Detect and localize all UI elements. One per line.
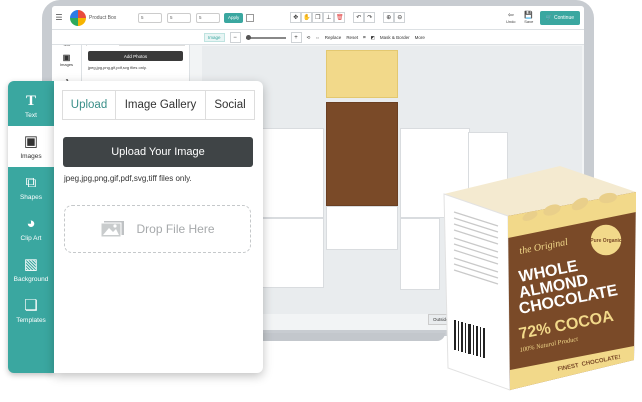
sidebar-item-images[interactable]: ▣ Images xyxy=(8,126,54,167)
flip-icon[interactable]: ⇔ xyxy=(315,35,320,40)
sidebar-item-label: Text xyxy=(25,111,37,119)
undo-label: Undo xyxy=(505,19,516,24)
delete-icon[interactable]: 🗑 xyxy=(334,12,346,23)
hand-icon[interactable]: ✋ xyxy=(301,12,313,23)
sidebar-item-label: Templates xyxy=(16,316,46,324)
brand-logo xyxy=(70,9,86,26)
dieline-left-panel xyxy=(260,128,324,218)
sidebar-item-label: Background xyxy=(13,275,49,283)
units-icon[interactable] xyxy=(246,13,255,22)
redo-icon[interactable]: ↷ xyxy=(364,12,376,23)
drop-zone[interactable]: Drop File Here xyxy=(64,205,251,253)
dieline-top-flap xyxy=(326,50,398,98)
tab-upload[interactable]: Upload xyxy=(62,90,116,119)
background-icon: ▧ xyxy=(23,255,39,273)
upload-panel: Upload Image Gallery Social Upload Your … xyxy=(54,81,263,373)
upload-image-button[interactable]: Upload Your Image xyxy=(63,137,253,167)
templates-icon: ❏ xyxy=(24,296,38,314)
crop-icon[interactable]: ⌗ xyxy=(363,35,366,40)
mask-border-button[interactable]: Mask & Border xyxy=(380,35,410,40)
box-side-face xyxy=(443,193,511,391)
dieline-bottom-right xyxy=(400,218,440,290)
shapes-icon: ⧉ xyxy=(25,173,37,191)
product-box-render: Pure Organic the Original WHOLE ALMOND C… xyxy=(443,166,636,391)
clip-art-icon: ◕ xyxy=(26,214,36,232)
menu-icon[interactable]: ☰ xyxy=(52,13,66,22)
dieline-front-panel xyxy=(326,102,398,206)
seal-text: Pure Organic xyxy=(590,238,622,244)
sidebar-item-shapes[interactable]: ⧉ Shapes xyxy=(8,167,54,208)
sidebar-item-label: Clip Art xyxy=(20,234,42,242)
rotate-icon[interactable]: ⟲ xyxy=(307,35,311,41)
brand-name: Product Box xyxy=(89,14,117,21)
panel-tabs: Upload Image Gallery Social xyxy=(62,90,255,120)
add-photos-button[interactable]: Add Photos xyxy=(88,51,183,61)
mini-sidebar-images[interactable]: ▣ Images xyxy=(52,50,81,70)
tab-social[interactable]: Social xyxy=(206,90,255,119)
top-toolbar: ☰ Product Box 5 5 5 Apply ✥ ✋ ❐ ⊥ 🗑 ↶ ↷ … xyxy=(52,6,584,30)
edit-tools: ✥ ✋ ❐ ⊥ 🗑 ↶ ↷ ⊕ ⊖ xyxy=(290,12,406,23)
tab-image-gallery[interactable]: Image Gallery xyxy=(116,90,206,119)
zoom-in-icon[interactable]: ⊕ xyxy=(383,12,395,23)
text-icon: T xyxy=(25,92,36,109)
save-action[interactable]: 💾 Save xyxy=(522,11,536,24)
zoom-out-icon[interactable]: ⊖ xyxy=(394,12,406,23)
top-right-actions: ⇦ Undo 💾 Save 🛒 Continue xyxy=(504,10,584,25)
sidebar-item-label: Shapes xyxy=(19,193,43,201)
continue-button[interactable]: 🛒 Continue xyxy=(539,10,580,25)
tool-sidebar: T Text ▣ Images ⧉ Shapes ◕ Clip Art ▧ Ba… xyxy=(8,81,54,373)
size-select-1[interactable]: 5 xyxy=(138,12,162,23)
photo-icon xyxy=(100,221,125,238)
image-tools: Image − + ⟲ ⇔ Replace Reset ⌗ ◩ Mask & B… xyxy=(204,30,425,45)
save-icon: 💾 xyxy=(524,12,534,19)
move-icon[interactable]: ✥ xyxy=(290,12,302,23)
sidebar-item-templates[interactable]: ❏ Templates xyxy=(8,290,54,331)
mini-file-types: jpeg,jpg,png,gif,pdf,svg files only. xyxy=(88,65,147,70)
undo-action[interactable]: ⇦ Undo xyxy=(504,11,518,24)
copy-icon[interactable]: ❐ xyxy=(312,12,324,23)
reset-button[interactable]: Reset xyxy=(346,35,358,40)
continue-label: Continue xyxy=(553,14,574,21)
file-types-note: jpeg,jpg,png,gif,pdf,svg,tiff files only… xyxy=(64,174,192,183)
size-select-3[interactable]: 5 xyxy=(196,12,220,23)
zoom-plus-icon[interactable]: + xyxy=(290,32,302,43)
size-select-2[interactable]: 5 xyxy=(167,12,191,23)
more-button[interactable]: More xyxy=(415,35,425,40)
sidebar-item-text[interactable]: T Text xyxy=(8,85,54,126)
images-icon: ▣ xyxy=(23,132,39,150)
sidebar-item-label: Images xyxy=(20,152,42,160)
undo-icon[interactable]: ↶ xyxy=(353,12,365,23)
back-arrow-icon: ⇦ xyxy=(507,12,514,19)
stage: ☰ Product Box 5 5 5 Apply ✥ ✋ ❐ ⊥ 🗑 ↶ ↷ … xyxy=(0,0,642,402)
sidebar-item-clip-art[interactable]: ◕ Clip Art xyxy=(8,208,54,249)
mini-images-icon: ▣ xyxy=(62,53,71,62)
zoom-minus-icon[interactable]: − xyxy=(229,32,241,43)
sidebar-item-background[interactable]: ▧ Background xyxy=(8,249,54,290)
image-tag: Image xyxy=(204,33,225,42)
dieline-bottom-flap xyxy=(326,206,398,250)
cart-icon: 🛒 xyxy=(545,14,552,21)
mini-images-label: Images xyxy=(59,62,74,67)
dieline-bottom-left xyxy=(260,218,324,288)
fill-icon[interactable]: ◩ xyxy=(371,35,375,41)
align-icon[interactable]: ⊥ xyxy=(323,12,335,23)
replace-button[interactable]: Replace xyxy=(325,35,342,40)
save-label: Save xyxy=(524,19,534,24)
apply-button[interactable]: Apply xyxy=(224,12,244,23)
drop-label: Drop File Here xyxy=(136,222,215,236)
image-zoom-slider[interactable] xyxy=(245,34,286,40)
